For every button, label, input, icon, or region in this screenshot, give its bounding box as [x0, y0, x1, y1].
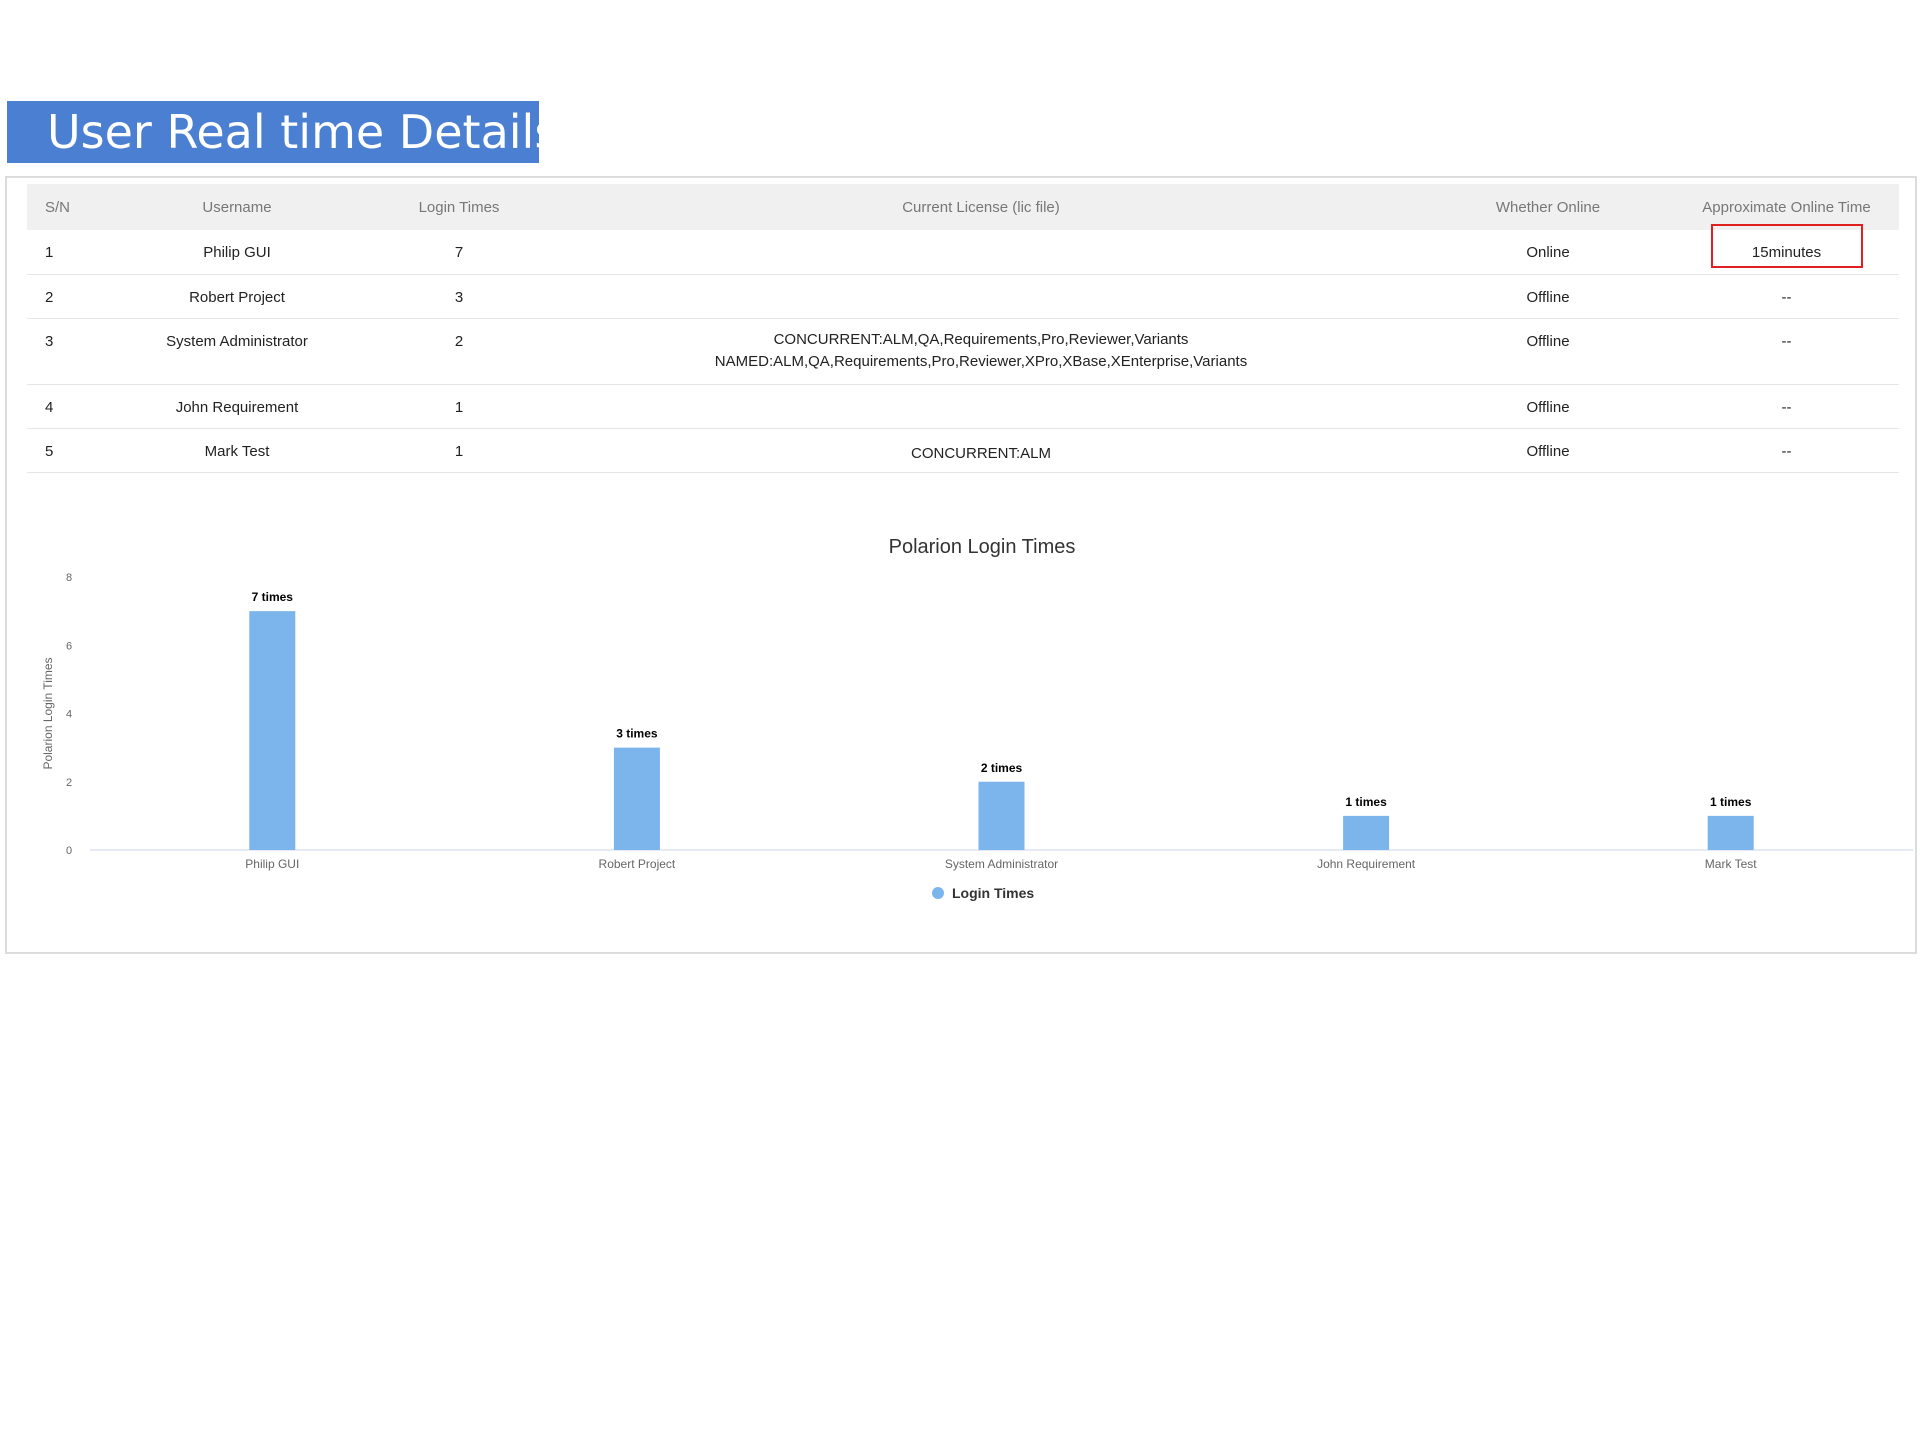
bar-data-label: 7 times	[252, 590, 294, 604]
y-tick-label: 6	[66, 640, 72, 652]
details-panel: S/N Username Login Times Current License…	[5, 176, 1917, 954]
page-title-banner: User Real time Details	[7, 101, 558, 163]
chart-bar	[613, 747, 660, 850]
x-tick-label: System Administrator	[945, 857, 1058, 871]
bar-data-label: 1 times	[1345, 795, 1387, 809]
y-tick-label: 8	[66, 572, 72, 584]
chart-bar	[1343, 815, 1390, 850]
bar-data-label: 2 times	[981, 761, 1023, 775]
y-tick-label: 0	[66, 845, 72, 857]
page-title: User Real time Details	[47, 105, 559, 159]
x-tick-label: John Requirement	[1317, 857, 1416, 871]
chart-bar	[978, 781, 1025, 850]
chart-bar	[1707, 815, 1754, 850]
chart-bar	[249, 611, 296, 850]
y-tick-label: 4	[66, 709, 72, 721]
x-tick-label: Robert Project	[599, 857, 676, 871]
legend-label: Login Times	[952, 885, 1034, 901]
x-tick-label: Mark Test	[1705, 857, 1757, 871]
login-times-chart: Polarion Login Times Polarion Login Times…	[41, 536, 1913, 901]
chart-title: Polarion Login Times	[889, 536, 1076, 558]
y-tick-label: 2	[66, 777, 72, 789]
x-tick-label: Philip GUI	[245, 857, 299, 871]
legend-marker	[932, 887, 944, 899]
bar-data-label: 1 times	[1710, 795, 1752, 809]
y-axis-label: Polarion Login Times	[41, 657, 55, 769]
bar-data-label: 3 times	[616, 727, 658, 741]
